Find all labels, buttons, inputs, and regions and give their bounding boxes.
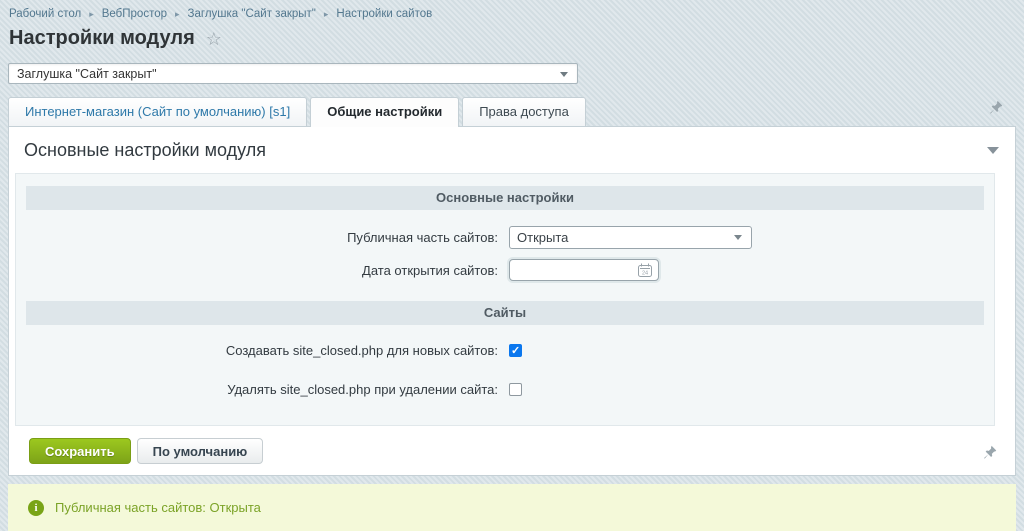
tab-site-s1[interactable]: Интернет-магазин (Сайт по умолчанию) [s1… [8, 97, 307, 126]
tab-access-rights[interactable]: Права доступа [462, 97, 586, 126]
open-date-input[interactable] [514, 261, 638, 279]
field-label: Дата открытия сайтов: [26, 263, 505, 278]
module-select[interactable]: Заглушка "Сайт закрыт" [8, 63, 578, 84]
tab-general-settings[interactable]: Общие настройки [310, 97, 459, 127]
info-icon: i [28, 500, 44, 516]
public-part-select[interactable]: Открыта [509, 226, 752, 249]
page-title: Настройки модуля [9, 27, 195, 50]
breadcrumb-item-vendor[interactable]: ВебПростор [102, 8, 167, 20]
chevron-down-icon [734, 235, 742, 240]
favorite-star-icon[interactable]: ☆ [206, 30, 222, 48]
form-row-open-date: Дата открытия сайтов: 24 [26, 259, 984, 281]
tab-bar: Интернет-магазин (Сайт по умолчанию) [s1… [8, 97, 1024, 126]
public-part-select-value: Открыта [517, 230, 568, 245]
form-row-delete-file: Удалять site_closed.php при удалении сай… [26, 382, 984, 397]
group-header-main: Основные настройки [26, 186, 984, 210]
group-header-sites: Сайты [26, 301, 984, 325]
form-row-create-file: Создавать site_closed.php для новых сайт… [26, 343, 984, 358]
tab-label: Общие настройки [327, 104, 442, 119]
open-date-box: 24 [509, 259, 659, 281]
tab-label: Права доступа [479, 104, 569, 119]
default-button[interactable]: По умолчанию [137, 438, 264, 464]
section-title: Основные настройки модуля [24, 140, 266, 161]
field-label: Создавать site_closed.php для новых сайт… [26, 343, 505, 358]
create-file-checkbox[interactable] [509, 344, 522, 357]
field-label: Публичная часть сайтов: [26, 230, 505, 245]
notification-text: Публичная часть сайтов: Открыта [55, 500, 261, 515]
chevron-down-icon [560, 72, 568, 77]
button-row: Сохранить По умолчанию [9, 426, 1015, 466]
field-label: Удалять site_closed.php при удалении сай… [26, 382, 505, 397]
breadcrumb-separator-icon: ▸ [324, 9, 329, 20]
collapse-section-icon[interactable] [987, 147, 999, 154]
form-row-public-part: Публичная часть сайтов: Открыта [26, 226, 984, 249]
panel-header: Основные настройки модуля [9, 127, 1015, 173]
notification-bar: i Публичная часть сайтов: Открыта [8, 484, 1016, 531]
breadcrumb-separator-icon: ▸ [175, 9, 180, 20]
delete-file-checkbox[interactable] [509, 383, 522, 396]
title-row: Настройки модуля ☆ [9, 27, 1024, 50]
settings-form: Основные настройки Публичная часть сайто… [15, 173, 995, 426]
breadcrumb-item-site-settings[interactable]: Настройки сайтов [336, 8, 432, 20]
save-button[interactable]: Сохранить [29, 438, 131, 464]
calendar-icon[interactable]: 24 [638, 263, 652, 277]
tab-label: Интернет-магазин (Сайт по умолчанию) [s1… [25, 104, 290, 119]
module-select-value: Заглушка "Сайт закрыт" [17, 67, 157, 81]
module-settings-page: { "breadcrumb": { "separator": "\u25b8",… [0, 0, 1024, 531]
settings-panel: Основные настройки модуля Основные настр… [8, 126, 1016, 476]
breadcrumb: Рабочий стол ▸ ВебПростор ▸ Заглушка "Са… [0, 0, 1024, 20]
breadcrumb-item-module[interactable]: Заглушка "Сайт закрыт" [188, 8, 316, 20]
pin-icon[interactable] [982, 445, 997, 465]
breadcrumb-item-desktop[interactable]: Рабочий стол [9, 8, 81, 20]
breadcrumb-separator-icon: ▸ [89, 9, 94, 20]
svg-text:24: 24 [642, 271, 648, 277]
